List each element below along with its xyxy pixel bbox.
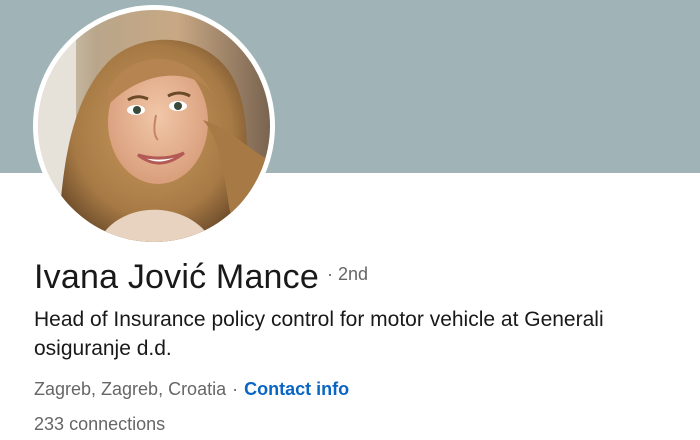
profile-info: Ivana Jović Mance · 2nd Head of Insuranc… bbox=[34, 258, 694, 435]
avatar-ring bbox=[33, 5, 275, 247]
degree-separator: · bbox=[326, 264, 333, 284]
profile-photo bbox=[38, 10, 270, 242]
location-separator: · bbox=[232, 379, 239, 399]
location-row: Zagreb, Zagreb, Croatia · Contact info bbox=[34, 379, 694, 400]
connections-row[interactable]: 233 connections bbox=[34, 414, 694, 435]
connections-label: connections bbox=[69, 414, 166, 434]
profile-name: Ivana Jović Mance bbox=[34, 258, 319, 296]
name-row: Ivana Jović Mance · 2nd bbox=[34, 258, 694, 297]
contact-info-link[interactable]: Contact info bbox=[244, 379, 349, 399]
profile-location: Zagreb, Zagreb, Croatia bbox=[34, 379, 227, 399]
profile-headline: Head of Insurance policy control for mot… bbox=[34, 308, 604, 360]
avatar[interactable] bbox=[38, 10, 270, 242]
connection-degree-badge: 2nd bbox=[337, 264, 369, 284]
connections-count: 233 bbox=[34, 414, 65, 434]
profile-card: Ivana Jović Mance · 2nd Head of Insuranc… bbox=[0, 0, 700, 440]
